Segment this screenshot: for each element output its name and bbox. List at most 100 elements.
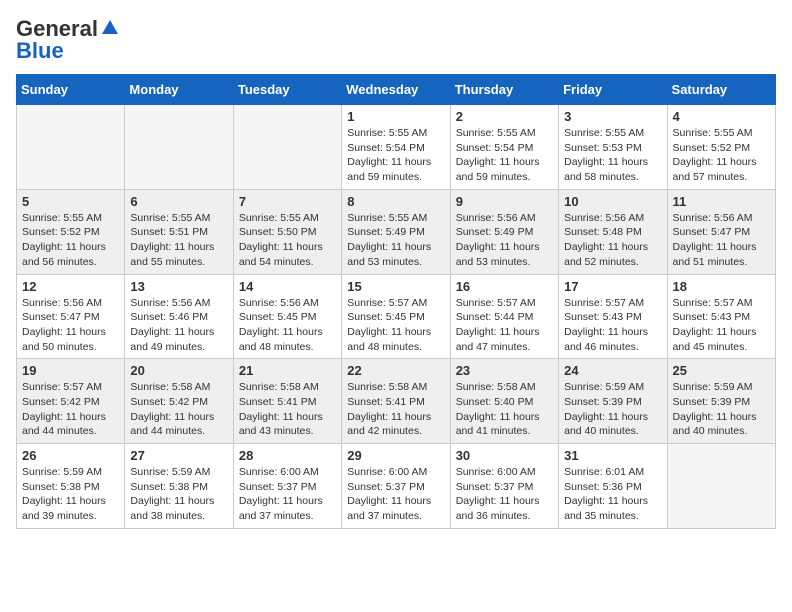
calendar-cell — [125, 105, 233, 190]
day-info: Sunrise: 5:59 AM Sunset: 5:38 PM Dayligh… — [22, 465, 119, 524]
day-info: Sunrise: 6:00 AM Sunset: 5:37 PM Dayligh… — [239, 465, 336, 524]
day-info: Sunrise: 5:57 AM Sunset: 5:44 PM Dayligh… — [456, 296, 553, 355]
day-info: Sunrise: 5:58 AM Sunset: 5:41 PM Dayligh… — [347, 380, 444, 439]
day-info: Sunrise: 5:58 AM Sunset: 5:40 PM Dayligh… — [456, 380, 553, 439]
day-info: Sunrise: 5:55 AM Sunset: 5:54 PM Dayligh… — [456, 126, 553, 185]
calendar-cell: 18 Sunrise: 5:57 AM Sunset: 5:43 PM Dayli… — [667, 274, 775, 359]
day-of-week-header: Tuesday — [233, 75, 341, 105]
calendar-cell: 15Sunrise: 5:57 AM Sunset: 5:45 PM Dayli… — [342, 274, 450, 359]
day-number: 13 — [130, 279, 227, 294]
day-info: Sunrise: 5:56 AM Sunset: 5:46 PM Dayligh… — [130, 296, 227, 355]
calendar-cell: 8 Sunrise: 5:55 AM Sunset: 5:49 PM Daylig… — [342, 189, 450, 274]
page-header: General Blue — [16, 16, 776, 64]
calendar-cell: 9 Sunrise: 5:56 AM Sunset: 5:49 PM Daylig… — [450, 189, 558, 274]
day-number: 30 — [456, 448, 553, 463]
day-info: Sunrise: 6:00 AM Sunset: 5:37 PM Dayligh… — [347, 465, 444, 524]
day-info: Sunrise: 5:58 AM Sunset: 5:42 PM Dayligh… — [130, 380, 227, 439]
day-number: 25 — [673, 363, 770, 378]
calendar-cell: 25 Sunrise: 5:59 AM Sunset: 5:39 PM Dayli… — [667, 359, 775, 444]
calendar-cell — [667, 444, 775, 529]
day-number: 18 — [673, 279, 770, 294]
day-number: 3 — [564, 109, 661, 124]
day-number: 27 — [130, 448, 227, 463]
day-info: Sunrise: 6:01 AM Sunset: 5:36 PM Dayligh… — [564, 465, 661, 524]
day-number: 2 — [456, 109, 553, 124]
calendar-week-row: 5 Sunrise: 5:55 AM Sunset: 5:52 PM Daylig… — [17, 189, 776, 274]
day-number: 31 — [564, 448, 661, 463]
day-of-week-header: Friday — [559, 75, 667, 105]
calendar-week-row: 19 Sunrise: 5:57 AM Sunset: 5:42 PM Dayli… — [17, 359, 776, 444]
day-of-week-header: Sunday — [17, 75, 125, 105]
calendar-cell: 24 Sunrise: 5:59 AM Sunset: 5:39 PM Dayli… — [559, 359, 667, 444]
day-info: Sunrise: 5:56 AM Sunset: 5:49 PM Dayligh… — [456, 211, 553, 270]
day-number: 17 — [564, 279, 661, 294]
day-info: Sunrise: 5:57 AM Sunset: 5:42 PM Dayligh… — [22, 380, 119, 439]
day-info: Sunrise: 5:59 AM Sunset: 5:39 PM Dayligh… — [564, 380, 661, 439]
calendar-cell: 27 Sunrise: 5:59 AM Sunset: 5:38 PM Dayli… — [125, 444, 233, 529]
calendar-table: SundayMondayTuesdayWednesdayThursdayFrid… — [16, 74, 776, 529]
calendar-cell: 10 Sunrise: 5:56 AM Sunset: 5:48 PM Dayli… — [559, 189, 667, 274]
day-info: Sunrise: 5:55 AM Sunset: 5:53 PM Dayligh… — [564, 126, 661, 185]
day-number: 28 — [239, 448, 336, 463]
calendar-header-row: SundayMondayTuesdayWednesdayThursdayFrid… — [17, 75, 776, 105]
calendar-cell: 17 Sunrise: 5:57 AM Sunset: 5:43 PM Dayli… — [559, 274, 667, 359]
calendar-cell: 30 Sunrise: 6:00 AM Sunset: 5:37 PM Dayli… — [450, 444, 558, 529]
day-number: 16 — [456, 279, 553, 294]
calendar-cell: 2 Sunrise: 5:55 AM Sunset: 5:54 PM Daylig… — [450, 105, 558, 190]
day-info: Sunrise: 5:56 AM Sunset: 5:47 PM Dayligh… — [22, 296, 119, 355]
day-number: 24 — [564, 363, 661, 378]
day-number: 9 — [456, 194, 553, 209]
day-number: 19 — [22, 363, 119, 378]
day-number: 21 — [239, 363, 336, 378]
day-number: 29 — [347, 448, 444, 463]
calendar-cell: 14 Sunrise: 5:56 AM Sunset: 5:45 PM Dayli… — [233, 274, 341, 359]
calendar-cell: 1Sunrise: 5:55 AM Sunset: 5:54 PM Daylig… — [342, 105, 450, 190]
day-number: 10 — [564, 194, 661, 209]
calendar-cell: 19 Sunrise: 5:57 AM Sunset: 5:42 PM Dayli… — [17, 359, 125, 444]
day-info: Sunrise: 5:55 AM Sunset: 5:52 PM Dayligh… — [673, 126, 770, 185]
calendar-cell: 5 Sunrise: 5:55 AM Sunset: 5:52 PM Daylig… — [17, 189, 125, 274]
logo-blue-text: Blue — [16, 38, 64, 64]
calendar-cell — [233, 105, 341, 190]
day-number: 8 — [347, 194, 444, 209]
day-info: Sunrise: 5:59 AM Sunset: 5:38 PM Dayligh… — [130, 465, 227, 524]
calendar-cell: 16 Sunrise: 5:57 AM Sunset: 5:44 PM Dayli… — [450, 274, 558, 359]
calendar-cell: 21Sunrise: 5:58 AM Sunset: 5:41 PM Dayli… — [233, 359, 341, 444]
calendar-cell: 4 Sunrise: 5:55 AM Sunset: 5:52 PM Daylig… — [667, 105, 775, 190]
day-info: Sunrise: 5:57 AM Sunset: 5:43 PM Dayligh… — [673, 296, 770, 355]
calendar-cell: 29 Sunrise: 6:00 AM Sunset: 5:37 PM Dayli… — [342, 444, 450, 529]
day-number: 22 — [347, 363, 444, 378]
day-info: Sunrise: 5:57 AM Sunset: 5:43 PM Dayligh… — [564, 296, 661, 355]
day-number: 20 — [130, 363, 227, 378]
day-info: Sunrise: 5:59 AM Sunset: 5:39 PM Dayligh… — [673, 380, 770, 439]
day-number: 23 — [456, 363, 553, 378]
calendar-cell: 23 Sunrise: 5:58 AM Sunset: 5:40 PM Dayli… — [450, 359, 558, 444]
day-number: 4 — [673, 109, 770, 124]
day-info: Sunrise: 5:55 AM Sunset: 5:50 PM Dayligh… — [239, 211, 336, 270]
day-number: 26 — [22, 448, 119, 463]
calendar-week-row: 12Sunrise: 5:56 AM Sunset: 5:47 PM Dayli… — [17, 274, 776, 359]
day-number: 11 — [673, 194, 770, 209]
calendar-cell: 28 Sunrise: 6:00 AM Sunset: 5:37 PM Dayli… — [233, 444, 341, 529]
day-of-week-header: Thursday — [450, 75, 558, 105]
day-number: 15 — [347, 279, 444, 294]
calendar-cell: 20 Sunrise: 5:58 AM Sunset: 5:42 PM Dayli… — [125, 359, 233, 444]
day-of-week-header: Saturday — [667, 75, 775, 105]
logo: General Blue — [16, 16, 120, 64]
day-number: 14 — [239, 279, 336, 294]
day-info: Sunrise: 5:56 AM Sunset: 5:45 PM Dayligh… — [239, 296, 336, 355]
day-number: 6 — [130, 194, 227, 209]
calendar-cell: 22 Sunrise: 5:58 AM Sunset: 5:41 PM Dayli… — [342, 359, 450, 444]
day-number: 5 — [22, 194, 119, 209]
day-of-week-header: Wednesday — [342, 75, 450, 105]
day-info: Sunrise: 5:55 AM Sunset: 5:49 PM Dayligh… — [347, 211, 444, 270]
calendar-cell: 3 Sunrise: 5:55 AM Sunset: 5:53 PM Daylig… — [559, 105, 667, 190]
calendar-week-row: 1Sunrise: 5:55 AM Sunset: 5:54 PM Daylig… — [17, 105, 776, 190]
calendar-cell: 11Sunrise: 5:56 AM Sunset: 5:47 PM Dayli… — [667, 189, 775, 274]
day-number: 7 — [239, 194, 336, 209]
calendar-cell: 7 Sunrise: 5:55 AM Sunset: 5:50 PM Daylig… — [233, 189, 341, 274]
day-info: Sunrise: 5:55 AM Sunset: 5:52 PM Dayligh… — [22, 211, 119, 270]
day-info: Sunrise: 6:00 AM Sunset: 5:37 PM Dayligh… — [456, 465, 553, 524]
calendar-week-row: 26 Sunrise: 5:59 AM Sunset: 5:38 PM Dayli… — [17, 444, 776, 529]
day-info: Sunrise: 5:56 AM Sunset: 5:48 PM Dayligh… — [564, 211, 661, 270]
